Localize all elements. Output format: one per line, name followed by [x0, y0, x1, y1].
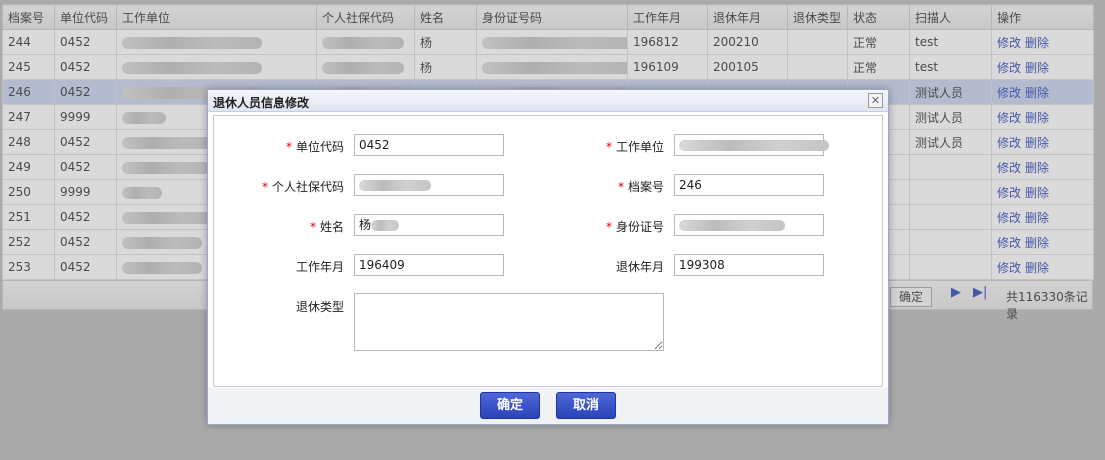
cancel-button[interactable]: 取消 — [556, 392, 616, 419]
unit-code-input[interactable]: 0452 — [354, 134, 504, 156]
name-label: * 姓名 — [224, 218, 344, 235]
required-mark: * — [617, 180, 624, 194]
required-mark: * — [309, 220, 316, 234]
label-text: 单位代码 — [295, 140, 344, 154]
label-text: 身份证号 — [615, 220, 664, 234]
retire-type-textarea[interactable] — [354, 293, 664, 351]
work-unit-input[interactable] — [674, 134, 829, 156]
required-mark: * — [605, 140, 612, 154]
id-no-input[interactable] — [674, 214, 824, 236]
retire-type-label: 退休类型 — [295, 300, 344, 314]
label-text: 档案号 — [627, 180, 664, 194]
name-value: 杨 — [359, 218, 372, 232]
dialog-form: * 单位代码 0452 * 工作单位 * 个人社保代码 * 档案号 246 * 姓名 杨 … — [213, 115, 883, 387]
redacted-text — [371, 220, 400, 231]
work-month-input[interactable]: 196409 — [354, 254, 504, 276]
required-mark: * — [285, 140, 292, 154]
confirm-button[interactable]: 确定 — [480, 392, 540, 419]
redacted-text — [679, 140, 829, 151]
edit-retiree-dialog: 退休人员信息修改 ✕ * 单位代码 0452 * 工作单位 * 个人社保代码 * 档案号… — [207, 89, 889, 425]
dialog-header: 退休人员信息修改 ✕ — [208, 90, 888, 112]
file-no-label: * 档案号 — [544, 178, 664, 195]
required-mark: * — [261, 180, 268, 194]
dialog-footer: 确定 取消 — [208, 388, 888, 424]
work-unit-label: * 工作单位 — [544, 138, 664, 155]
redacted-text — [679, 220, 785, 231]
required-mark: * — [605, 220, 612, 234]
label-text: 工作单位 — [615, 140, 664, 154]
label-text: 个人社保代码 — [271, 180, 344, 194]
dialog-title: 退休人员信息修改 — [213, 96, 310, 110]
social-code-label: * 个人社保代码 — [224, 178, 344, 195]
work-month-label: 工作年月 — [295, 260, 344, 274]
label-text: 姓名 — [319, 220, 344, 234]
retire-month-input[interactable]: 199308 — [674, 254, 824, 276]
id-no-label: * 身份证号 — [544, 218, 664, 235]
redacted-text — [359, 180, 431, 191]
file-no-input[interactable]: 246 — [674, 174, 824, 196]
name-input[interactable]: 杨 — [354, 214, 504, 236]
social-code-input[interactable] — [354, 174, 504, 196]
retire-month-label: 退休年月 — [615, 260, 664, 274]
close-icon[interactable]: ✕ — [868, 93, 883, 108]
unit-code-label: * 单位代码 — [224, 138, 344, 155]
